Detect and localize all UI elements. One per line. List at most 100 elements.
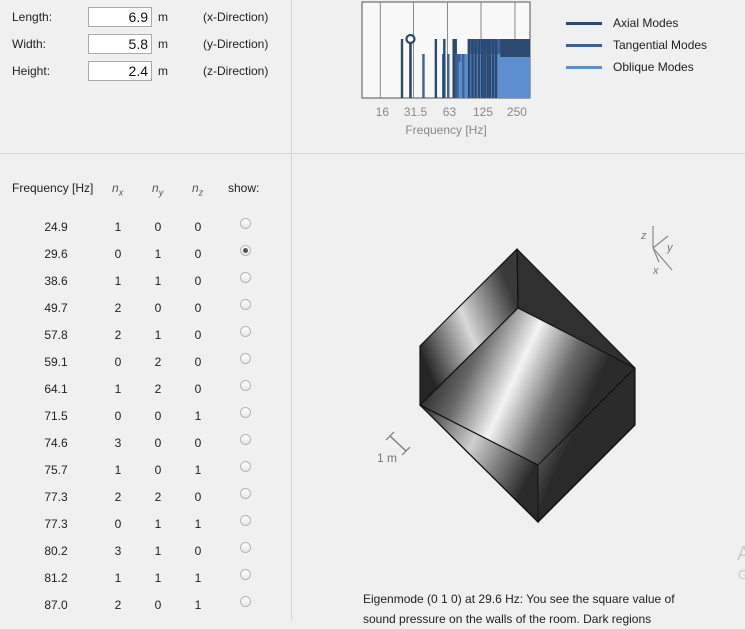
cell-nx: 0 bbox=[114, 409, 122, 423]
cell-nx: 0 bbox=[114, 247, 122, 261]
cell-ny: 1 bbox=[154, 274, 162, 288]
cell-ny: 1 bbox=[154, 328, 162, 342]
cell-nx: 0 bbox=[114, 517, 122, 531]
axis-label-y: y bbox=[667, 242, 673, 254]
oblique-swatch bbox=[566, 66, 602, 69]
table-row: 24.9 1 0 0 bbox=[0, 218, 290, 247]
cell-frequency: 29.6 bbox=[44, 247, 68, 261]
table-row: 49.7 2 0 0 bbox=[0, 299, 290, 328]
table-row: 38.6 1 1 0 bbox=[0, 272, 290, 301]
show-mode-radio[interactable] bbox=[240, 272, 251, 283]
dimension-unit: m bbox=[158, 10, 168, 24]
table-row: 77.3 0 1 1 bbox=[0, 515, 290, 544]
frequency-tick-label: 31.5 bbox=[403, 105, 428, 119]
table-row: 29.6 0 1 0 bbox=[0, 245, 290, 274]
show-mode-radio[interactable] bbox=[240, 515, 251, 526]
cell-nx: 1 bbox=[114, 463, 122, 477]
cell-nz: 0 bbox=[194, 544, 202, 558]
header-show: show: bbox=[228, 181, 260, 195]
frequency-tick-label: 16 bbox=[375, 105, 390, 119]
cell-ny: 0 bbox=[154, 409, 162, 423]
cell-nz: 0 bbox=[194, 247, 202, 261]
edge-glyph-a: A bbox=[737, 543, 745, 565]
dimension-unit: m bbox=[158, 64, 168, 78]
frequency-tick-label: 125 bbox=[472, 105, 494, 119]
cell-ny: 1 bbox=[154, 247, 162, 261]
table-row: 77.3 2 2 0 bbox=[0, 488, 290, 517]
cell-ny: 0 bbox=[154, 220, 162, 234]
show-mode-radio[interactable] bbox=[240, 299, 251, 310]
cell-frequency: 74.6 bbox=[44, 436, 68, 450]
scale-label: 1 m bbox=[377, 451, 398, 465]
cell-ny: 0 bbox=[154, 463, 162, 477]
dimension-input[interactable] bbox=[88, 7, 152, 27]
mode-description: Eigenmode (0 1 0) at 29.6 Hz: You see th… bbox=[363, 592, 675, 626]
room-3d-view[interactable] bbox=[292, 154, 745, 586]
show-mode-radio[interactable] bbox=[240, 434, 251, 445]
header-nz: nz bbox=[192, 181, 204, 198]
legend-tangential-label: Tangential Modes bbox=[613, 38, 708, 52]
cell-nx: 2 bbox=[114, 598, 122, 612]
mode-spectrum-chart[interactable] bbox=[361, 1, 532, 101]
cell-frequency: 75.7 bbox=[44, 463, 68, 477]
table-row: 75.7 1 0 1 bbox=[0, 461, 290, 490]
cell-nz: 1 bbox=[194, 598, 202, 612]
show-mode-radio[interactable] bbox=[240, 569, 251, 580]
frequency-axis-title: Frequency [Hz] bbox=[405, 123, 487, 137]
cell-nz: 1 bbox=[194, 517, 202, 531]
dimension-direction: (y-Direction) bbox=[203, 37, 269, 51]
cell-nz: 0 bbox=[194, 301, 202, 315]
table-row: 74.6 3 0 0 bbox=[0, 434, 290, 463]
cell-frequency: 64.1 bbox=[44, 382, 68, 396]
show-mode-radio[interactable] bbox=[240, 326, 251, 337]
table-row: 59.1 0 2 0 bbox=[0, 353, 290, 382]
cell-frequency: 87.0 bbox=[44, 598, 68, 612]
header-ny: ny bbox=[152, 181, 164, 198]
cell-ny: 2 bbox=[154, 490, 162, 504]
cell-nz: 0 bbox=[194, 490, 202, 504]
cell-nz: 0 bbox=[194, 355, 202, 369]
cell-frequency: 59.1 bbox=[44, 355, 68, 369]
show-mode-radio[interactable] bbox=[240, 488, 251, 499]
cell-nz: 0 bbox=[194, 220, 202, 234]
selected-mode-marker[interactable] bbox=[405, 33, 416, 45]
axial-mode-band bbox=[500, 39, 530, 57]
show-mode-radio[interactable] bbox=[240, 542, 251, 553]
cell-nx: 1 bbox=[114, 571, 122, 585]
cell-nz: 0 bbox=[194, 274, 202, 288]
dimension-input[interactable] bbox=[88, 61, 152, 81]
cell-nz: 1 bbox=[194, 409, 202, 423]
cell-nz: 1 bbox=[194, 463, 202, 477]
show-mode-radio[interactable] bbox=[240, 380, 251, 391]
cell-nx: 0 bbox=[114, 355, 122, 369]
cell-frequency: 77.3 bbox=[44, 490, 68, 504]
dimension-input[interactable] bbox=[88, 34, 152, 54]
tangential-swatch bbox=[566, 44, 602, 47]
cell-ny: 2 bbox=[154, 355, 162, 369]
dimension-label: Width: bbox=[12, 37, 47, 51]
show-mode-radio[interactable] bbox=[240, 407, 251, 418]
table-row: 64.1 1 2 0 bbox=[0, 380, 290, 409]
cell-nx: 2 bbox=[114, 301, 122, 315]
show-mode-radio[interactable] bbox=[240, 596, 251, 607]
header-nx: nx bbox=[112, 181, 124, 198]
show-mode-radio[interactable] bbox=[240, 461, 251, 472]
cell-nx: 2 bbox=[114, 490, 122, 504]
cell-frequency: 71.5 bbox=[44, 409, 68, 423]
dimension-label: Length: bbox=[12, 10, 53, 24]
show-mode-radio[interactable] bbox=[240, 245, 251, 256]
cell-ny: 1 bbox=[154, 517, 162, 531]
cell-frequency: 49.7 bbox=[44, 301, 68, 315]
header-frequency: Frequency [Hz] bbox=[12, 181, 94, 195]
show-mode-radio[interactable] bbox=[240, 353, 251, 364]
cell-frequency: 24.9 bbox=[44, 220, 68, 234]
cell-nx: 1 bbox=[114, 274, 122, 288]
cell-ny: 0 bbox=[154, 436, 162, 450]
cell-frequency: 38.6 bbox=[44, 274, 68, 288]
show-mode-radio[interactable] bbox=[240, 218, 251, 229]
cell-nz: 0 bbox=[194, 436, 202, 450]
dimension-label: Height: bbox=[12, 64, 51, 78]
cell-ny: 0 bbox=[154, 598, 162, 612]
table-row: 80.2 3 1 0 bbox=[0, 542, 290, 571]
legend-oblique-label: Oblique Modes bbox=[613, 60, 694, 74]
